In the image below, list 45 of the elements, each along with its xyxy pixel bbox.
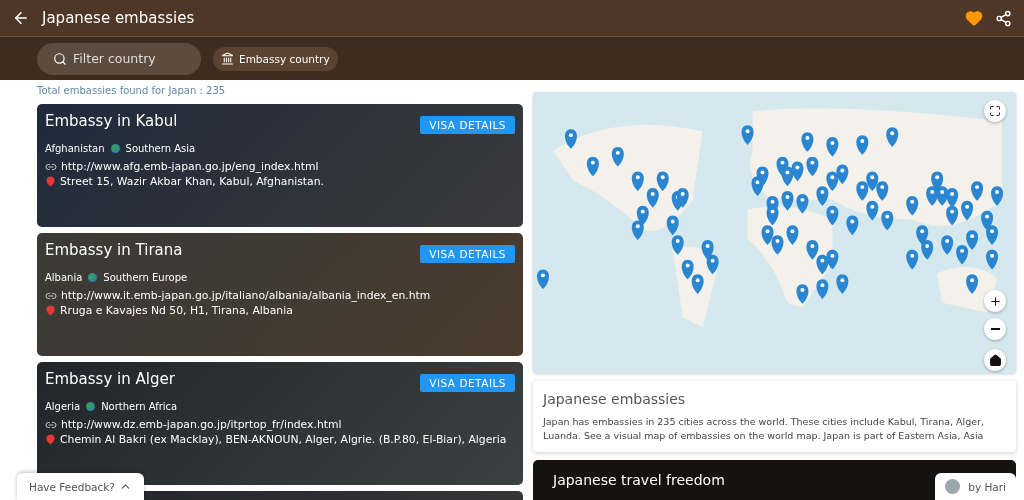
website-link[interactable]: http://www.afg.emb-japan.go.jp/eng_index.html bbox=[61, 160, 319, 173]
website-link[interactable]: http://www.it.emb-japan.go.jp/italiano/albania/albania_index_en.htm bbox=[61, 289, 431, 302]
share-button[interactable] bbox=[995, 9, 1012, 27]
home-icon bbox=[988, 353, 1002, 367]
home-button[interactable] bbox=[984, 349, 1006, 371]
region-name: Southern Europe bbox=[103, 272, 188, 283]
info-title: Japanese embassies bbox=[543, 391, 687, 408]
pin-icon bbox=[45, 434, 56, 445]
address-text: Chemin Al Bakri (ex Macklay), BEN-AKNOUN, Alger, Algrie. (B.P.80, El-Biar), Algeria bbox=[60, 433, 507, 446]
fullscreen-button[interactable] bbox=[984, 100, 1006, 122]
plus-icon bbox=[988, 294, 1002, 308]
country-name: Afghanistan bbox=[45, 143, 105, 154]
feedback-button[interactable]: Have Feedback? bbox=[17, 473, 144, 500]
fullscreen-icon bbox=[989, 105, 1001, 117]
embassy-title: Embassy in Tirana bbox=[45, 241, 183, 259]
results-count: Total embassies found for Japan : 235 bbox=[37, 84, 227, 98]
globe-icon bbox=[86, 402, 96, 411]
minus-icon bbox=[990, 328, 1000, 330]
info-text: Japan has embassies in 235 cities across the world. These cities include Kabul, Tirana, Alger, Luanda. See a visual map of embassies on the world map. Japan is part of Eastern Asia, Asia bbox=[543, 415, 986, 442]
favorite-button[interactable] bbox=[965, 9, 983, 27]
avatar-icon bbox=[945, 479, 961, 494]
embassy-title: Embassy in Alger bbox=[45, 370, 175, 388]
embassy-title: Embassy in Kabul bbox=[45, 112, 178, 130]
address-text: Rruga e Kavajes Nd 50, H1, Tirana, Albania bbox=[60, 304, 293, 317]
back-button[interactable] bbox=[12, 9, 30, 27]
globe-icon bbox=[110, 144, 120, 153]
travel-title: Japanese travel freedom bbox=[553, 472, 725, 488]
search-icon bbox=[53, 51, 67, 66]
globe-icon bbox=[88, 273, 98, 282]
zoom-out-button[interactable] bbox=[984, 318, 1006, 340]
search-field[interactable]: Filter country bbox=[37, 42, 201, 75]
zoom-in-button[interactable] bbox=[984, 290, 1006, 312]
website-link[interactable]: http://www.dz.emb-japan.go.jp/itprtop_fr/index.html bbox=[61, 418, 342, 431]
pin-icon bbox=[45, 176, 56, 187]
country-name: Algeria bbox=[45, 401, 81, 412]
pin-icon bbox=[45, 305, 56, 316]
author-name: by Hari bbox=[968, 480, 1006, 493]
region-name: Southern Asia bbox=[125, 143, 196, 154]
author-badge[interactable]: by Hari bbox=[935, 473, 1016, 500]
region-name: Northern Africa bbox=[101, 401, 178, 412]
country-name: Albania bbox=[45, 272, 83, 283]
bank-icon bbox=[221, 52, 234, 65]
page-title: Japanese embassies bbox=[42, 9, 196, 27]
address-text: Street 15, Wazir Akbar Khan, Kabul, Afghanistan. bbox=[60, 175, 324, 188]
filter-chip[interactable]: Embassy country bbox=[213, 46, 338, 71]
